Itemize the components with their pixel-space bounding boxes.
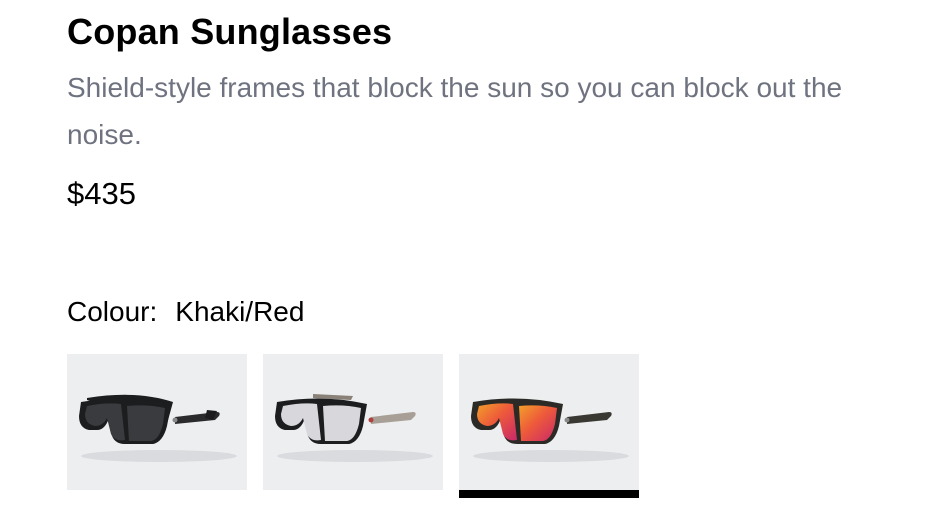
colour-selection-label: Colour: Khaki/Red (67, 294, 304, 330)
colour-swatch-khaki-red[interactable] (459, 354, 639, 498)
product-description: Shield-style frames that block the sun s… (67, 72, 843, 150)
product-title: Copan Sunglasses (67, 11, 393, 52)
selected-colour-name: Khaki/Red (175, 296, 305, 327)
product-price: $435 (67, 176, 136, 211)
colour-swatch-silver[interactable] (263, 354, 443, 490)
sunglasses-khaki-red-icon (471, 398, 629, 462)
colour-label: Colour: (67, 296, 158, 327)
sunglasses-black-icon (79, 394, 237, 462)
colour-swatch-black[interactable] (67, 354, 247, 490)
colour-swatches (67, 354, 639, 498)
sunglasses-silver-icon (275, 394, 433, 462)
